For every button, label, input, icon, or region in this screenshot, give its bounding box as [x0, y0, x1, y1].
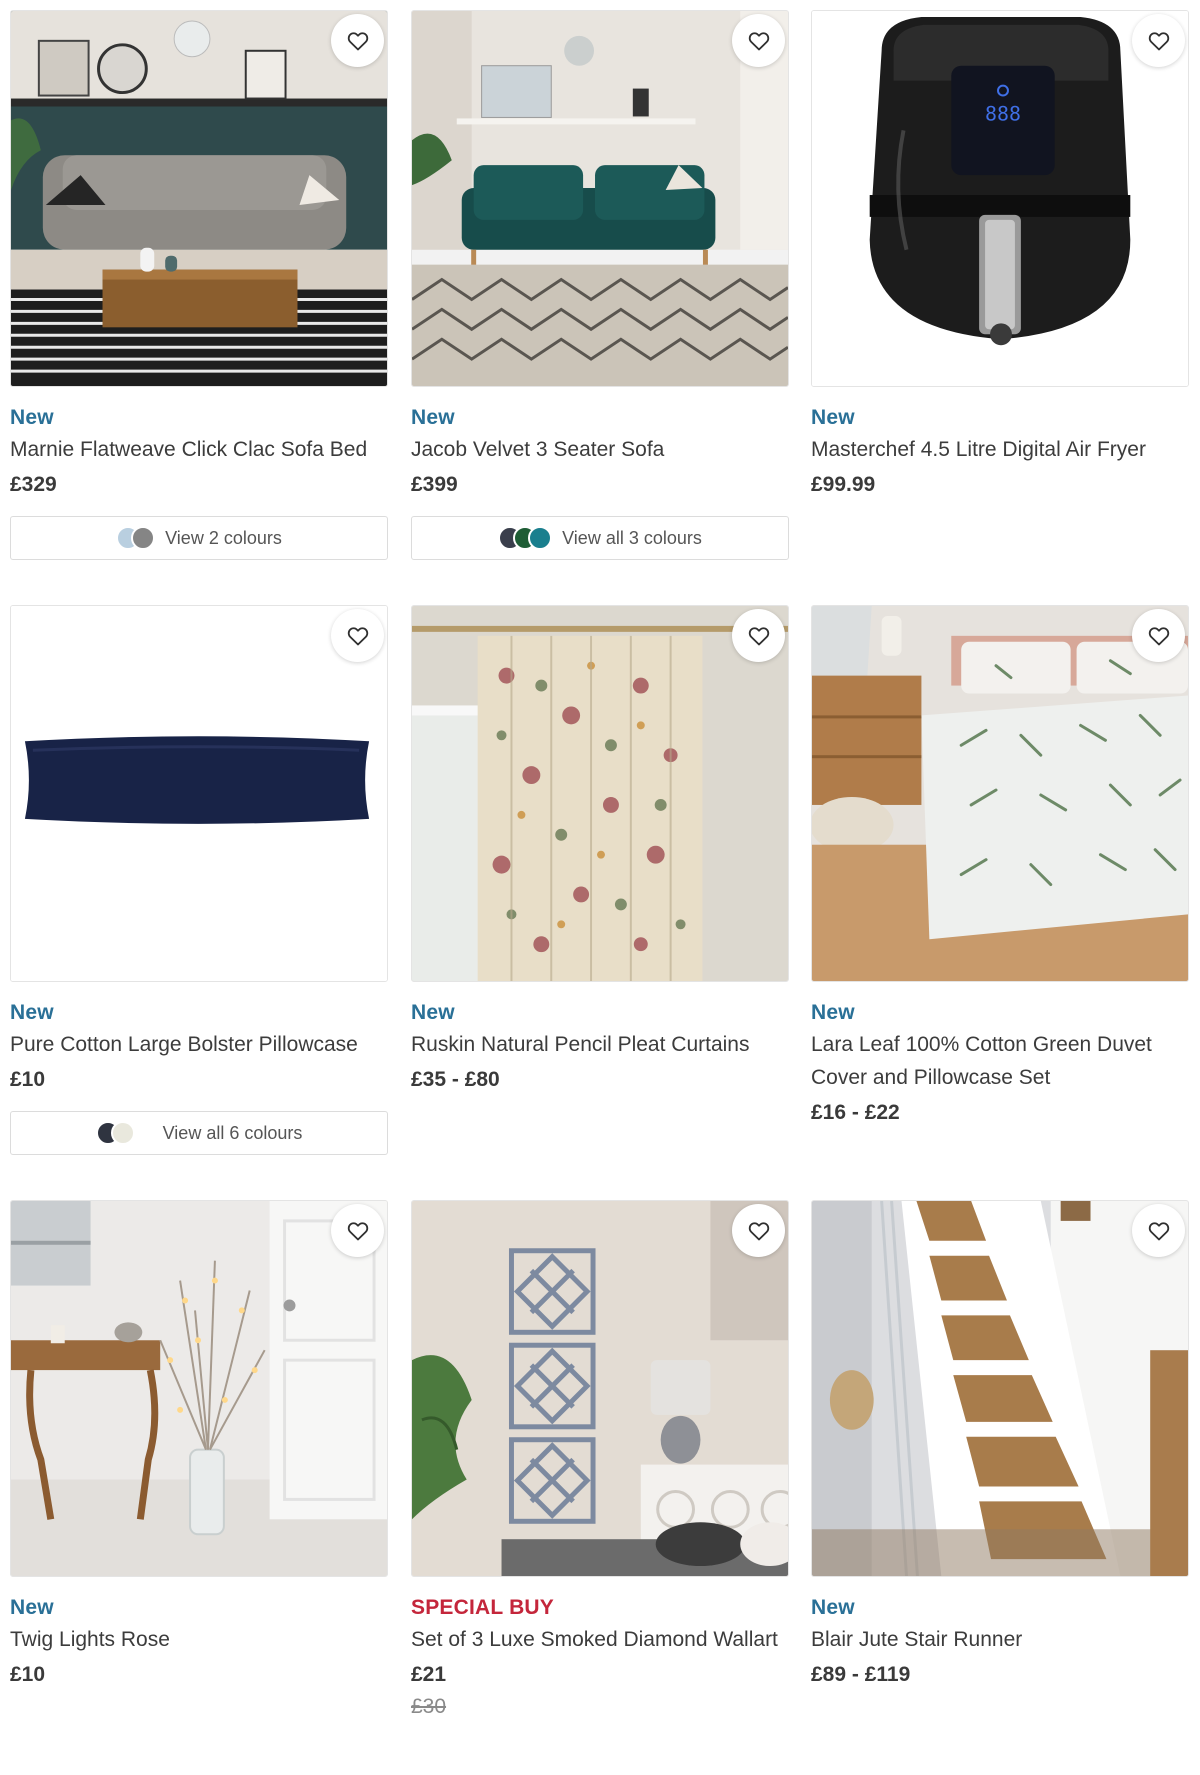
heart-outline-icon — [347, 626, 368, 645]
product-image[interactable] — [10, 10, 388, 387]
colour-swatches — [95, 1121, 135, 1145]
product-badge: New — [10, 1001, 54, 1024]
product-title[interactable]: Pure Cotton Large Bolster Pillowcase — [10, 1028, 388, 1061]
colour-swatches — [116, 526, 156, 550]
product-card[interactable]: 888 New Masterchef 4.5 Litre Digital Air… — [811, 10, 1189, 500]
colour-swatch — [528, 526, 553, 550]
wishlist-button[interactable] — [331, 14, 384, 67]
svg-text:888: 888 — [985, 102, 1021, 125]
product-image[interactable] — [10, 1200, 388, 1577]
colour-swatches — [498, 526, 553, 550]
product-image[interactable] — [411, 1200, 789, 1577]
wishlist-button[interactable] — [1132, 1204, 1185, 1257]
view-colours-label: View 2 colours — [165, 527, 282, 548]
product-badge: New — [811, 1596, 855, 1619]
product-price: £399 — [411, 473, 458, 496]
wishlist-button[interactable] — [331, 609, 384, 662]
product-price: £21 — [411, 1663, 447, 1686]
view-colours-button[interactable]: View 2 colours — [10, 516, 388, 560]
product-badge: New — [411, 406, 455, 429]
product-title[interactable]: Blair Jute Stair Runner — [811, 1623, 1189, 1656]
product-title[interactable]: Lara Leaf 100% Cotton Green Duvet Cover … — [811, 1028, 1189, 1094]
curtains-photo — [412, 606, 788, 981]
product-price: £329 — [10, 473, 57, 496]
view-colours-label: View all 3 colours — [562, 527, 702, 548]
product-price: £89 - £119 — [811, 1663, 911, 1686]
product-card[interactable]: New Jacob Velvet 3 Seater Sofa £399 View… — [411, 10, 789, 560]
product-card[interactable]: New Blair Jute Stair Runner £89 - £119 — [811, 1200, 1189, 1690]
sofa-bed-photo — [11, 11, 387, 386]
product-card[interactable]: New Lara Leaf 100% Cotton Green Duvet Co… — [811, 605, 1189, 1128]
wishlist-button[interactable] — [1132, 14, 1185, 67]
velvet-sofa-photo — [412, 11, 788, 386]
heart-outline-icon — [347, 1221, 368, 1240]
product-card[interactable]: New Twig Lights Rose £10 — [10, 1200, 388, 1690]
heart-outline-icon — [748, 31, 769, 50]
product-price: £16 - £22 — [811, 1101, 900, 1124]
product-price: £99.99 — [811, 473, 876, 496]
product-badge: New — [10, 1596, 54, 1619]
product-title[interactable]: Ruskin Natural Pencil Pleat Curtains — [411, 1028, 789, 1061]
heart-outline-icon — [1148, 31, 1169, 50]
product-badge: New — [411, 1001, 455, 1024]
product-title[interactable]: Twig Lights Rose — [10, 1623, 388, 1656]
heart-outline-icon — [748, 1221, 769, 1240]
wishlist-button[interactable] — [331, 1204, 384, 1257]
product-price: £10 — [10, 1663, 46, 1686]
product-image[interactable] — [811, 1200, 1189, 1577]
product-image[interactable] — [411, 605, 789, 982]
product-price: £35 - £80 — [411, 1068, 500, 1091]
product-title[interactable]: Masterchef 4.5 Litre Digital Air Fryer — [811, 433, 1189, 466]
product-badge: New — [811, 1001, 855, 1024]
twig-lights-photo — [11, 1201, 387, 1576]
air-fryer-photo: 888 — [812, 11, 1188, 386]
product-image[interactable] — [10, 605, 388, 982]
diamond-wallart-photo — [412, 1201, 788, 1576]
colour-swatch — [110, 1121, 135, 1145]
duvet-set-photo — [812, 606, 1188, 981]
wishlist-button[interactable] — [1132, 609, 1185, 662]
product-title[interactable]: Set of 3 Luxe Smoked Diamond Wallart — [411, 1623, 789, 1656]
product-title[interactable]: Marnie Flatweave Click Clac Sofa Bed — [10, 433, 388, 466]
heart-outline-icon — [1148, 626, 1169, 645]
heart-outline-icon — [748, 626, 769, 645]
product-card[interactable]: New Pure Cotton Large Bolster Pillowcase… — [10, 605, 388, 1155]
product-image[interactable] — [811, 605, 1189, 982]
heart-outline-icon — [347, 31, 368, 50]
product-price: £10 — [10, 1068, 46, 1091]
view-colours-label: View all 6 colours — [162, 1122, 303, 1143]
product-badge: New — [811, 406, 855, 429]
view-colours-button[interactable]: View all 6 colours — [10, 1111, 388, 1155]
product-title[interactable]: Jacob Velvet 3 Seater Sofa — [411, 433, 789, 466]
wishlist-button[interactable] — [732, 14, 785, 67]
product-card[interactable]: New Ruskin Natural Pencil Pleat Curtains… — [411, 605, 789, 1095]
product-image[interactable] — [411, 10, 789, 387]
wishlist-button[interactable] — [732, 1204, 785, 1257]
wishlist-button[interactable] — [732, 609, 785, 662]
product-badge: SPECIAL BUY — [411, 1596, 555, 1619]
product-badge: New — [10, 406, 54, 429]
view-colours-button[interactable]: View all 3 colours — [411, 516, 789, 560]
stair-runner-photo — [812, 1201, 1188, 1576]
product-was-price: £30 — [411, 1695, 447, 1718]
heart-outline-icon — [1148, 1221, 1169, 1240]
product-card[interactable]: New Marnie Flatweave Click Clac Sofa Bed… — [10, 10, 388, 560]
product-card[interactable]: SPECIAL BUY Set of 3 Luxe Smoked Diamond… — [411, 1200, 789, 1722]
product-image[interactable]: 888 — [811, 10, 1189, 387]
bolster-pillowcase-photo — [11, 606, 387, 981]
colour-swatch — [131, 526, 156, 550]
